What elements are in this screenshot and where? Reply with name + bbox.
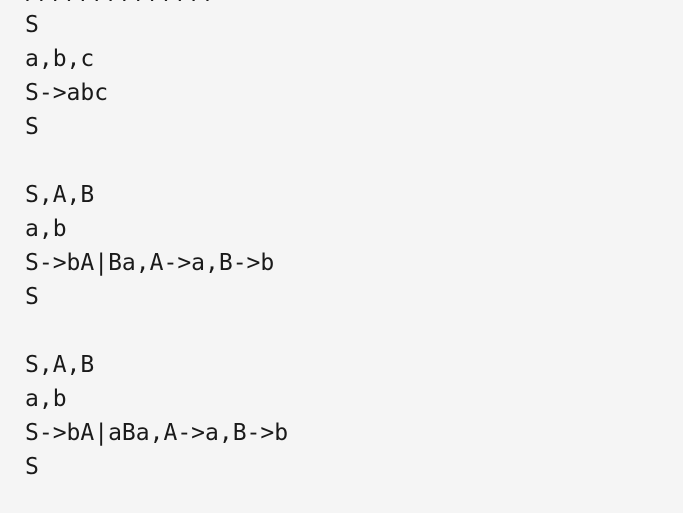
editor-line-3: S->abc bbox=[25, 80, 109, 106]
editor-line-13: S->bA|aBa,A->a,B->b bbox=[25, 420, 289, 446]
text-editor-area[interactable]: ////////////// S a,b,c S->abc S S,A,B a,… bbox=[0, 0, 683, 513]
editor-line-12: a,b bbox=[25, 386, 67, 412]
editor-line-11: S,A,B bbox=[25, 352, 95, 378]
editor-line-14: S bbox=[25, 454, 39, 480]
editor-line-9: S bbox=[25, 284, 39, 310]
editor-line-1: S bbox=[25, 12, 39, 38]
editor-line-6: S,A,B bbox=[25, 182, 95, 208]
editor-line-4: S bbox=[25, 114, 39, 140]
editor-line-7: a,b bbox=[25, 216, 67, 242]
clipped-line: ////////////// bbox=[25, 0, 219, 4]
editor-line-8: S->bA|Ba,A->a,B->b bbox=[25, 250, 275, 276]
editor-line-2: a,b,c bbox=[25, 46, 95, 72]
